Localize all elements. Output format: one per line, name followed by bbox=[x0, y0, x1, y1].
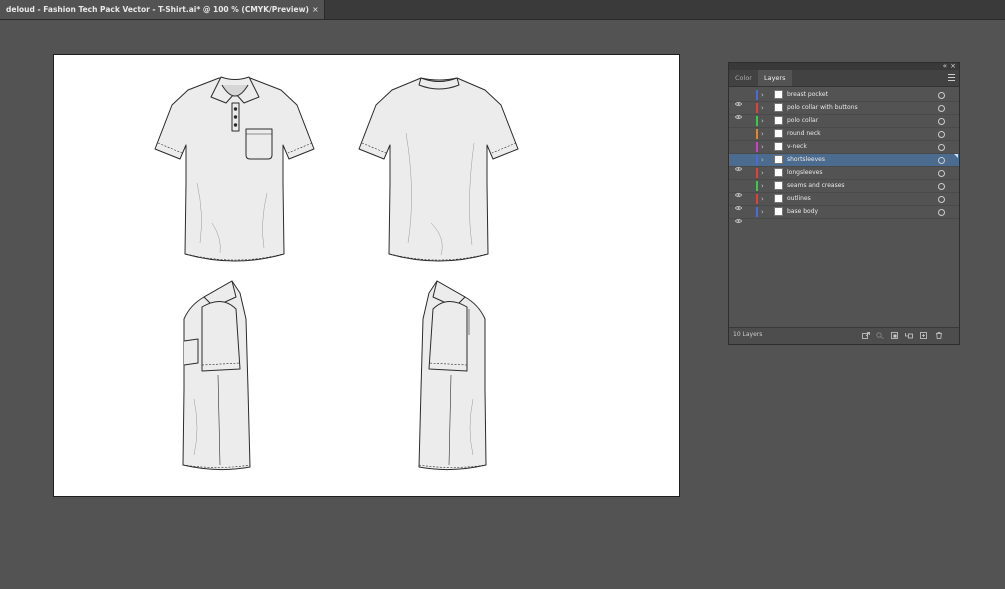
expand-chevron-icon[interactable]: › bbox=[761, 154, 764, 166]
expand-chevron-icon[interactable]: › bbox=[761, 193, 764, 205]
layer-color-indicator bbox=[756, 103, 758, 113]
layer-row[interactable]: › shortsleeves bbox=[729, 154, 959, 172]
visibility-eye-icon[interactable] bbox=[735, 170, 742, 176]
tab-color[interactable]: Color bbox=[729, 70, 758, 86]
layer-color-indicator bbox=[756, 129, 758, 139]
layer-name[interactable]: v-neck bbox=[787, 141, 807, 153]
layer-thumbnail bbox=[774, 142, 783, 151]
layer-count: 10 Layers bbox=[733, 331, 763, 338]
export-icon[interactable] bbox=[862, 332, 870, 339]
panel-footer: 10 Layers bbox=[729, 327, 959, 344]
visibility-eye-icon[interactable] bbox=[735, 131, 742, 137]
artboard[interactable] bbox=[53, 54, 680, 497]
layer-row[interactable]: › breast pocket bbox=[729, 89, 959, 107]
target-circle-icon[interactable] bbox=[938, 157, 945, 164]
layer-name[interactable]: seams and creases bbox=[787, 180, 845, 192]
layer-row[interactable]: › seams and creases bbox=[729, 180, 959, 198]
layer-thumbnail bbox=[774, 129, 783, 138]
layer-color-indicator bbox=[756, 168, 758, 178]
polo-right-side-view[interactable] bbox=[413, 279, 489, 475]
target-circle-icon[interactable] bbox=[938, 170, 945, 177]
layer-row[interactable]: › outlines bbox=[729, 193, 959, 211]
layer-row[interactable]: › base body bbox=[729, 206, 959, 224]
visibility-eye-icon[interactable] bbox=[735, 118, 742, 124]
target-circle-icon[interactable] bbox=[938, 92, 945, 99]
target-circle-icon[interactable] bbox=[938, 183, 945, 190]
visibility-eye-icon[interactable] bbox=[734, 157, 743, 172]
layer-color-indicator bbox=[756, 194, 758, 204]
target-circle-icon[interactable] bbox=[938, 105, 945, 112]
visibility-eye-icon[interactable] bbox=[734, 105, 743, 120]
target-circle-icon[interactable] bbox=[938, 118, 945, 125]
panel-tab-strip: Color Layers bbox=[729, 70, 959, 87]
layers-list: › breast pocket › polo collar with buttons ›… bbox=[729, 89, 959, 224]
locate-object-icon[interactable] bbox=[876, 332, 884, 339]
layer-color-indicator bbox=[756, 90, 758, 100]
layer-color-indicator bbox=[756, 207, 758, 217]
tab-layers[interactable]: Layers bbox=[757, 70, 792, 86]
layer-thumbnail bbox=[774, 181, 783, 190]
visibility-eye-icon[interactable] bbox=[734, 209, 743, 224]
layer-name[interactable]: base body bbox=[787, 206, 818, 218]
layers-panel[interactable]: « × Color Layers › breast pocket › polo col… bbox=[728, 62, 960, 345]
selected-art-indicator bbox=[954, 154, 958, 158]
delete-layer-icon[interactable] bbox=[935, 332, 943, 339]
target-circle-icon[interactable] bbox=[938, 209, 945, 216]
layer-thumbnail bbox=[774, 103, 783, 112]
expand-chevron-icon[interactable]: › bbox=[761, 206, 764, 218]
target-circle-icon[interactable] bbox=[938, 144, 945, 151]
visibility-eye-icon[interactable] bbox=[735, 144, 742, 150]
layer-thumbnail bbox=[774, 168, 783, 177]
polo-left-side-view[interactable] bbox=[180, 279, 256, 475]
layer-color-indicator bbox=[756, 142, 758, 152]
expand-chevron-icon[interactable]: › bbox=[761, 89, 764, 101]
layer-name[interactable]: breast pocket bbox=[787, 89, 828, 101]
expand-chevron-icon[interactable]: › bbox=[761, 180, 764, 192]
layer-name[interactable]: polo collar with buttons bbox=[787, 102, 858, 114]
close-tab-icon[interactable]: × bbox=[312, 5, 319, 14]
polo-front-view[interactable] bbox=[152, 73, 318, 263]
layer-color-indicator bbox=[756, 181, 758, 191]
polo-back-view[interactable] bbox=[356, 73, 522, 263]
layer-row[interactable]: › longsleeves bbox=[729, 167, 959, 180]
panel-title-bar[interactable]: « × bbox=[729, 62, 959, 70]
layer-row[interactable]: › round neck bbox=[729, 128, 959, 141]
new-sublayer-icon[interactable] bbox=[905, 332, 913, 339]
layer-row[interactable]: › v-neck bbox=[729, 141, 959, 154]
expand-chevron-icon[interactable]: › bbox=[761, 167, 764, 179]
panel-menu-icon[interactable] bbox=[948, 74, 955, 81]
layer-color-indicator bbox=[756, 155, 758, 165]
visibility-eye-icon[interactable] bbox=[734, 196, 743, 211]
layer-row[interactable]: › polo collar with buttons bbox=[729, 102, 959, 120]
target-circle-icon[interactable] bbox=[938, 131, 945, 138]
layer-thumbnail bbox=[774, 194, 783, 203]
layer-color-indicator bbox=[756, 116, 758, 126]
expand-chevron-icon[interactable]: › bbox=[761, 102, 764, 114]
layer-thumbnail bbox=[774, 207, 783, 216]
visibility-eye-icon[interactable] bbox=[734, 183, 743, 198]
new-layer-icon[interactable] bbox=[920, 332, 928, 339]
clipping-mask-icon[interactable] bbox=[891, 332, 899, 339]
visibility-eye-icon[interactable] bbox=[734, 92, 743, 107]
document-tab-title: deloud - Fashion Tech Pack Vector - T-Sh… bbox=[6, 5, 309, 14]
document-tab[interactable]: deloud - Fashion Tech Pack Vector - T-Sh… bbox=[0, 0, 325, 19]
layer-name[interactable]: outlines bbox=[787, 193, 811, 205]
expand-chevron-icon[interactable]: › bbox=[761, 141, 764, 153]
layer-name[interactable]: longsleeves bbox=[787, 167, 823, 179]
layer-name[interactable]: round neck bbox=[787, 128, 821, 140]
document-tab-bar: deloud - Fashion Tech Pack Vector - T-Sh… bbox=[0, 0, 1005, 20]
layer-name[interactable]: shortsleeves bbox=[787, 154, 825, 166]
layer-thumbnail bbox=[774, 116, 783, 125]
expand-chevron-icon[interactable]: › bbox=[761, 115, 764, 127]
layer-thumbnail bbox=[774, 155, 783, 164]
layer-row[interactable]: › polo collar bbox=[729, 115, 959, 128]
expand-chevron-icon[interactable]: › bbox=[761, 128, 764, 140]
layer-name[interactable]: polo collar bbox=[787, 115, 818, 127]
target-circle-icon[interactable] bbox=[938, 196, 945, 203]
layer-thumbnail bbox=[774, 90, 783, 99]
